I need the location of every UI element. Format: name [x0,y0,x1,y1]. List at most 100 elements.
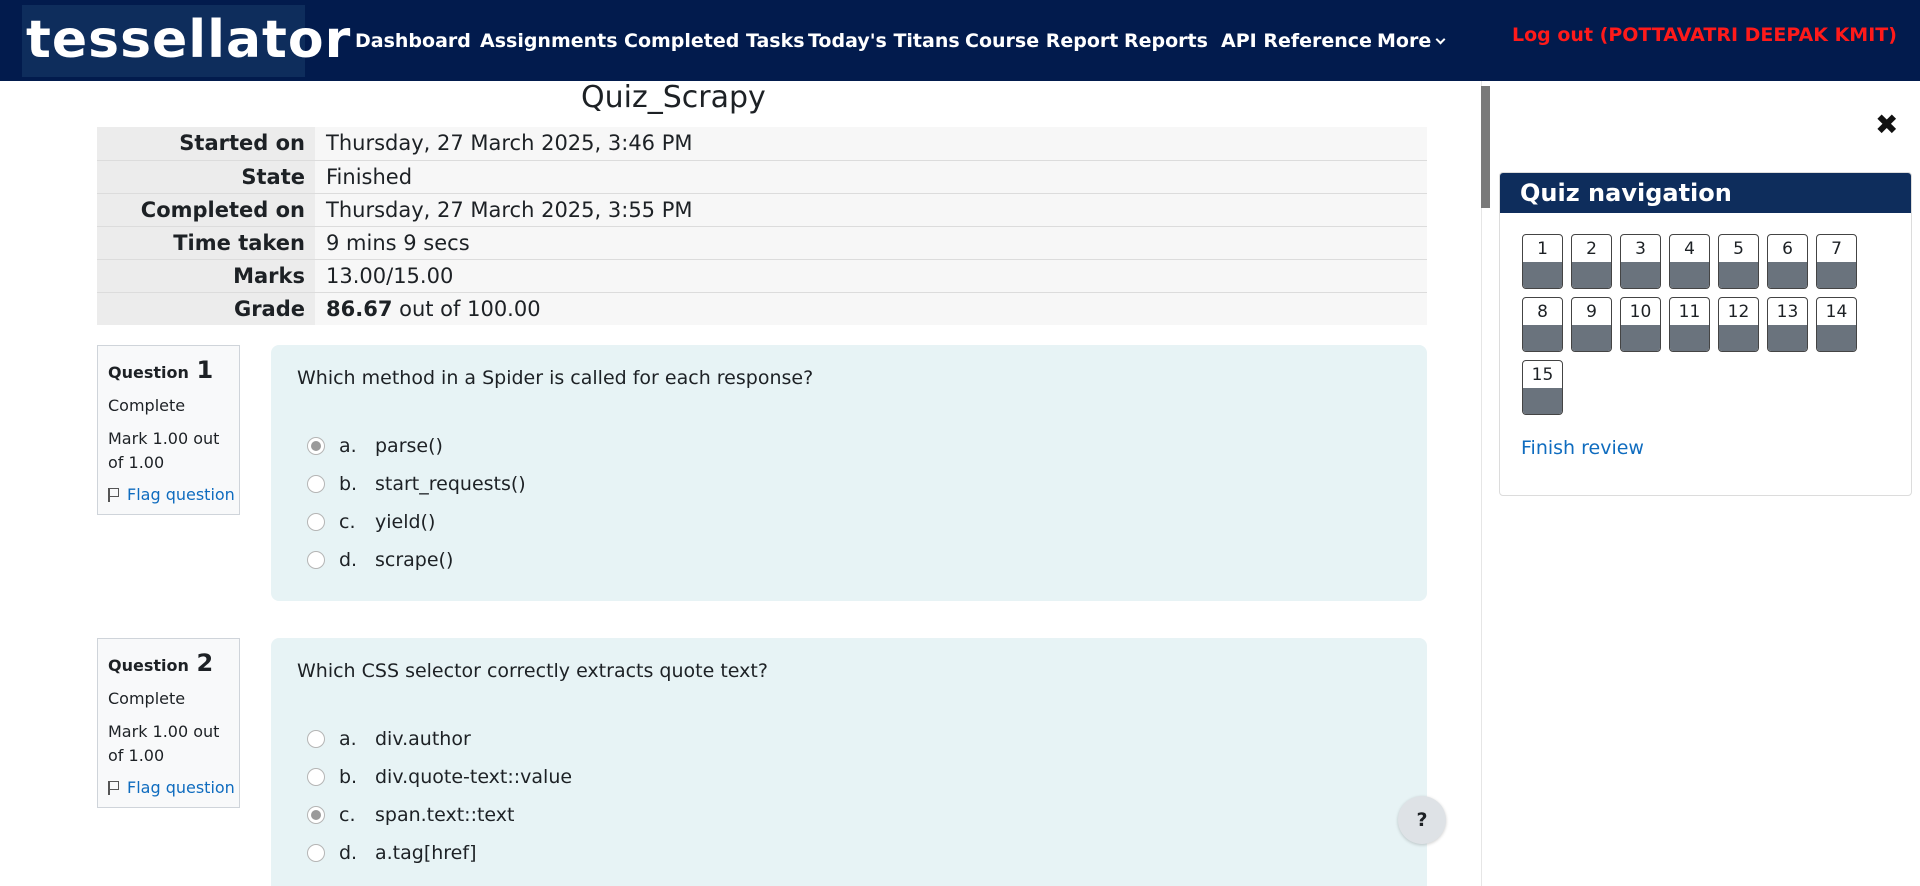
radio-button[interactable] [307,475,325,493]
quiz-nav-number: 7 [1831,239,1842,259]
quiz-nav-button[interactable]: 12 [1718,297,1759,352]
answered-indicator [1768,262,1807,288]
question-state: Complete [108,689,186,708]
quiz-nav-button[interactable]: 8 [1522,297,1563,352]
radio-button[interactable] [307,806,325,824]
answered-indicator [1768,325,1807,351]
flag-icon [108,488,120,502]
answer-option[interactable]: a. div.author [297,720,1401,758]
quiz-nav-button[interactable]: 5 [1718,234,1759,289]
quiz-navigation-title: Quiz navigation [1500,173,1911,213]
finish-review-link[interactable]: Finish review [1521,437,1644,459]
quiz-nav-button[interactable]: 1 [1522,234,1563,289]
summary-label: State [97,159,315,193]
question-prefix: Question [108,656,189,675]
nav-reports[interactable]: Reports [1124,26,1208,56]
answered-indicator [1572,325,1611,351]
close-icon[interactable]: ✖ [1875,108,1898,141]
nav-course-report[interactable]: Course Report [965,26,1118,56]
nav-assignments[interactable]: Assignments [480,26,618,56]
answer-option[interactable]: c. span.text::text [297,796,1401,834]
quiz-nav-number: 8 [1537,302,1548,322]
answered-indicator [1670,262,1709,288]
answer-option[interactable]: b. div.quote-text::value [297,758,1401,796]
quiz-nav-button[interactable]: 15 [1522,360,1563,415]
summary-value: Finished [315,159,1427,193]
quiz-nav-number: 5 [1733,239,1744,259]
summary-row: Completed on Thursday, 27 March 2025, 3:5… [97,192,1427,226]
attempt-summary-table: Started on Thursday, 27 March 2025, 3:46 … [97,127,1427,325]
flag-icon [108,781,120,795]
nav-api-reference[interactable]: API Reference [1221,26,1372,56]
scrollbar-thumb[interactable] [1481,86,1490,208]
answer-option[interactable]: a. parse() [297,427,1401,465]
radio-button[interactable] [307,768,325,786]
radio-button[interactable] [307,551,325,569]
answer-option[interactable]: d. scrape() [297,541,1401,579]
quiz-nav-button[interactable]: 11 [1669,297,1710,352]
question-grade: Mark 1.00 out of 1.00 [108,429,220,472]
answer-letter: d. [339,842,358,864]
answered-indicator [1523,262,1562,288]
help-button[interactable]: ? [1398,796,1446,844]
flag-label: Flag question [127,778,235,797]
nav-completed-tasks[interactable]: Completed Tasks [624,26,805,56]
answer-letter: c. [339,511,356,533]
page-title: Quiz_Scrapy [581,80,766,115]
quiz-nav-button[interactable]: 13 [1767,297,1808,352]
radio-button[interactable] [307,437,325,455]
radio-button[interactable] [307,730,325,748]
quiz-nav-number: 13 [1776,302,1799,322]
question-state: Complete [108,396,186,415]
quiz-nav-button[interactable]: 14 [1816,297,1857,352]
flag-question-link[interactable]: Flag question [108,778,235,797]
nav-more[interactable]: More [1377,26,1446,56]
answered-indicator [1572,262,1611,288]
answer-text: div.author [375,728,471,750]
summary-label: Started on [97,127,315,160]
quiz-nav-button[interactable]: 7 [1816,234,1857,289]
answer-letter: a. [339,435,357,457]
flag-question-link[interactable]: Flag question [108,485,235,504]
answered-indicator [1523,325,1562,351]
answer-letter: d. [339,549,358,571]
chevron-down-icon [1435,34,1446,45]
answer-letter: c. [339,804,356,826]
answered-indicator [1670,325,1709,351]
quiz-nav-button[interactable]: 9 [1571,297,1612,352]
answer-letter: a. [339,728,357,750]
nav-more-label: More [1377,30,1432,52]
answer-option[interactable]: d. a.tag[href] [297,834,1401,872]
summary-label: Marks [97,258,315,292]
answer-option[interactable]: b. start_requests() [297,465,1401,503]
answer-option[interactable]: c. yield() [297,503,1401,541]
quiz-nav-button[interactable]: 3 [1620,234,1661,289]
summary-label: Grade [97,291,315,325]
quiz-nav-number: 3 [1635,239,1646,259]
quiz-nav-button[interactable]: 4 [1669,234,1710,289]
answered-indicator [1621,262,1660,288]
quiz-nav-number: 2 [1586,239,1597,259]
radio-button[interactable] [307,513,325,531]
nav-todays-titans[interactable]: Today's Titans [808,26,960,56]
radio-button[interactable] [307,844,325,862]
quiz-nav-number: 12 [1727,302,1750,322]
answer-text: yield() [375,511,436,533]
answer-text: span.text::text [375,804,515,826]
quiz-nav-button[interactable]: 10 [1620,297,1661,352]
question-text: Which CSS selector correctly extracts qu… [297,660,768,682]
quiz-nav-button[interactable]: 6 [1767,234,1808,289]
brand-logo[interactable]: tessellator [22,5,350,77]
question-num: 2 [196,649,214,677]
flag-label: Flag question [127,485,235,504]
summary-row: Marks 13.00/15.00 [97,258,1427,292]
nav-dashboard[interactable]: Dashboard [355,26,471,56]
answered-indicator [1621,325,1660,351]
answer-text: a.tag[href] [375,842,477,864]
summary-value: 13.00/15.00 [315,258,1427,292]
quiz-nav-button[interactable]: 2 [1571,234,1612,289]
logout-link[interactable]: Log out (POTTAVATRI DEEPAK KMIT) [1512,24,1897,46]
summary-value: 86.67 out of 100.00 [315,291,1427,325]
quiz-nav-number: 10 [1629,302,1652,322]
summary-label: Time taken [97,225,315,259]
